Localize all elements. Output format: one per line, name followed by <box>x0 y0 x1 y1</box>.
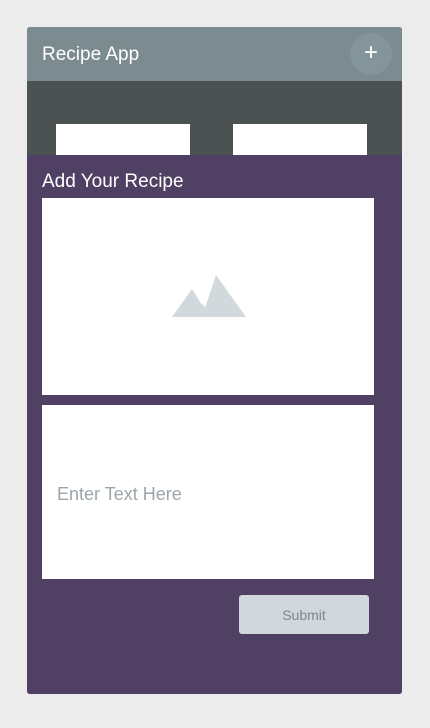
image-upload-area[interactable] <box>42 198 374 395</box>
recipe-card[interactable] <box>56 124 190 156</box>
app-header: Recipe App + <box>27 27 402 81</box>
image-icon <box>172 275 246 317</box>
recipe-text-input[interactable] <box>42 405 374 579</box>
submit-button[interactable]: Submit <box>239 595 369 634</box>
form-title: Add Your Recipe <box>42 171 184 192</box>
add-recipe-button[interactable]: + <box>350 33 392 75</box>
app-title: Recipe App <box>42 44 140 65</box>
recipe-card[interactable] <box>233 124 367 156</box>
add-recipe-form: Add Your Recipe Submit <box>27 155 402 694</box>
recipe-app: Recipe App + Add Your Recipe Submit <box>27 27 402 694</box>
